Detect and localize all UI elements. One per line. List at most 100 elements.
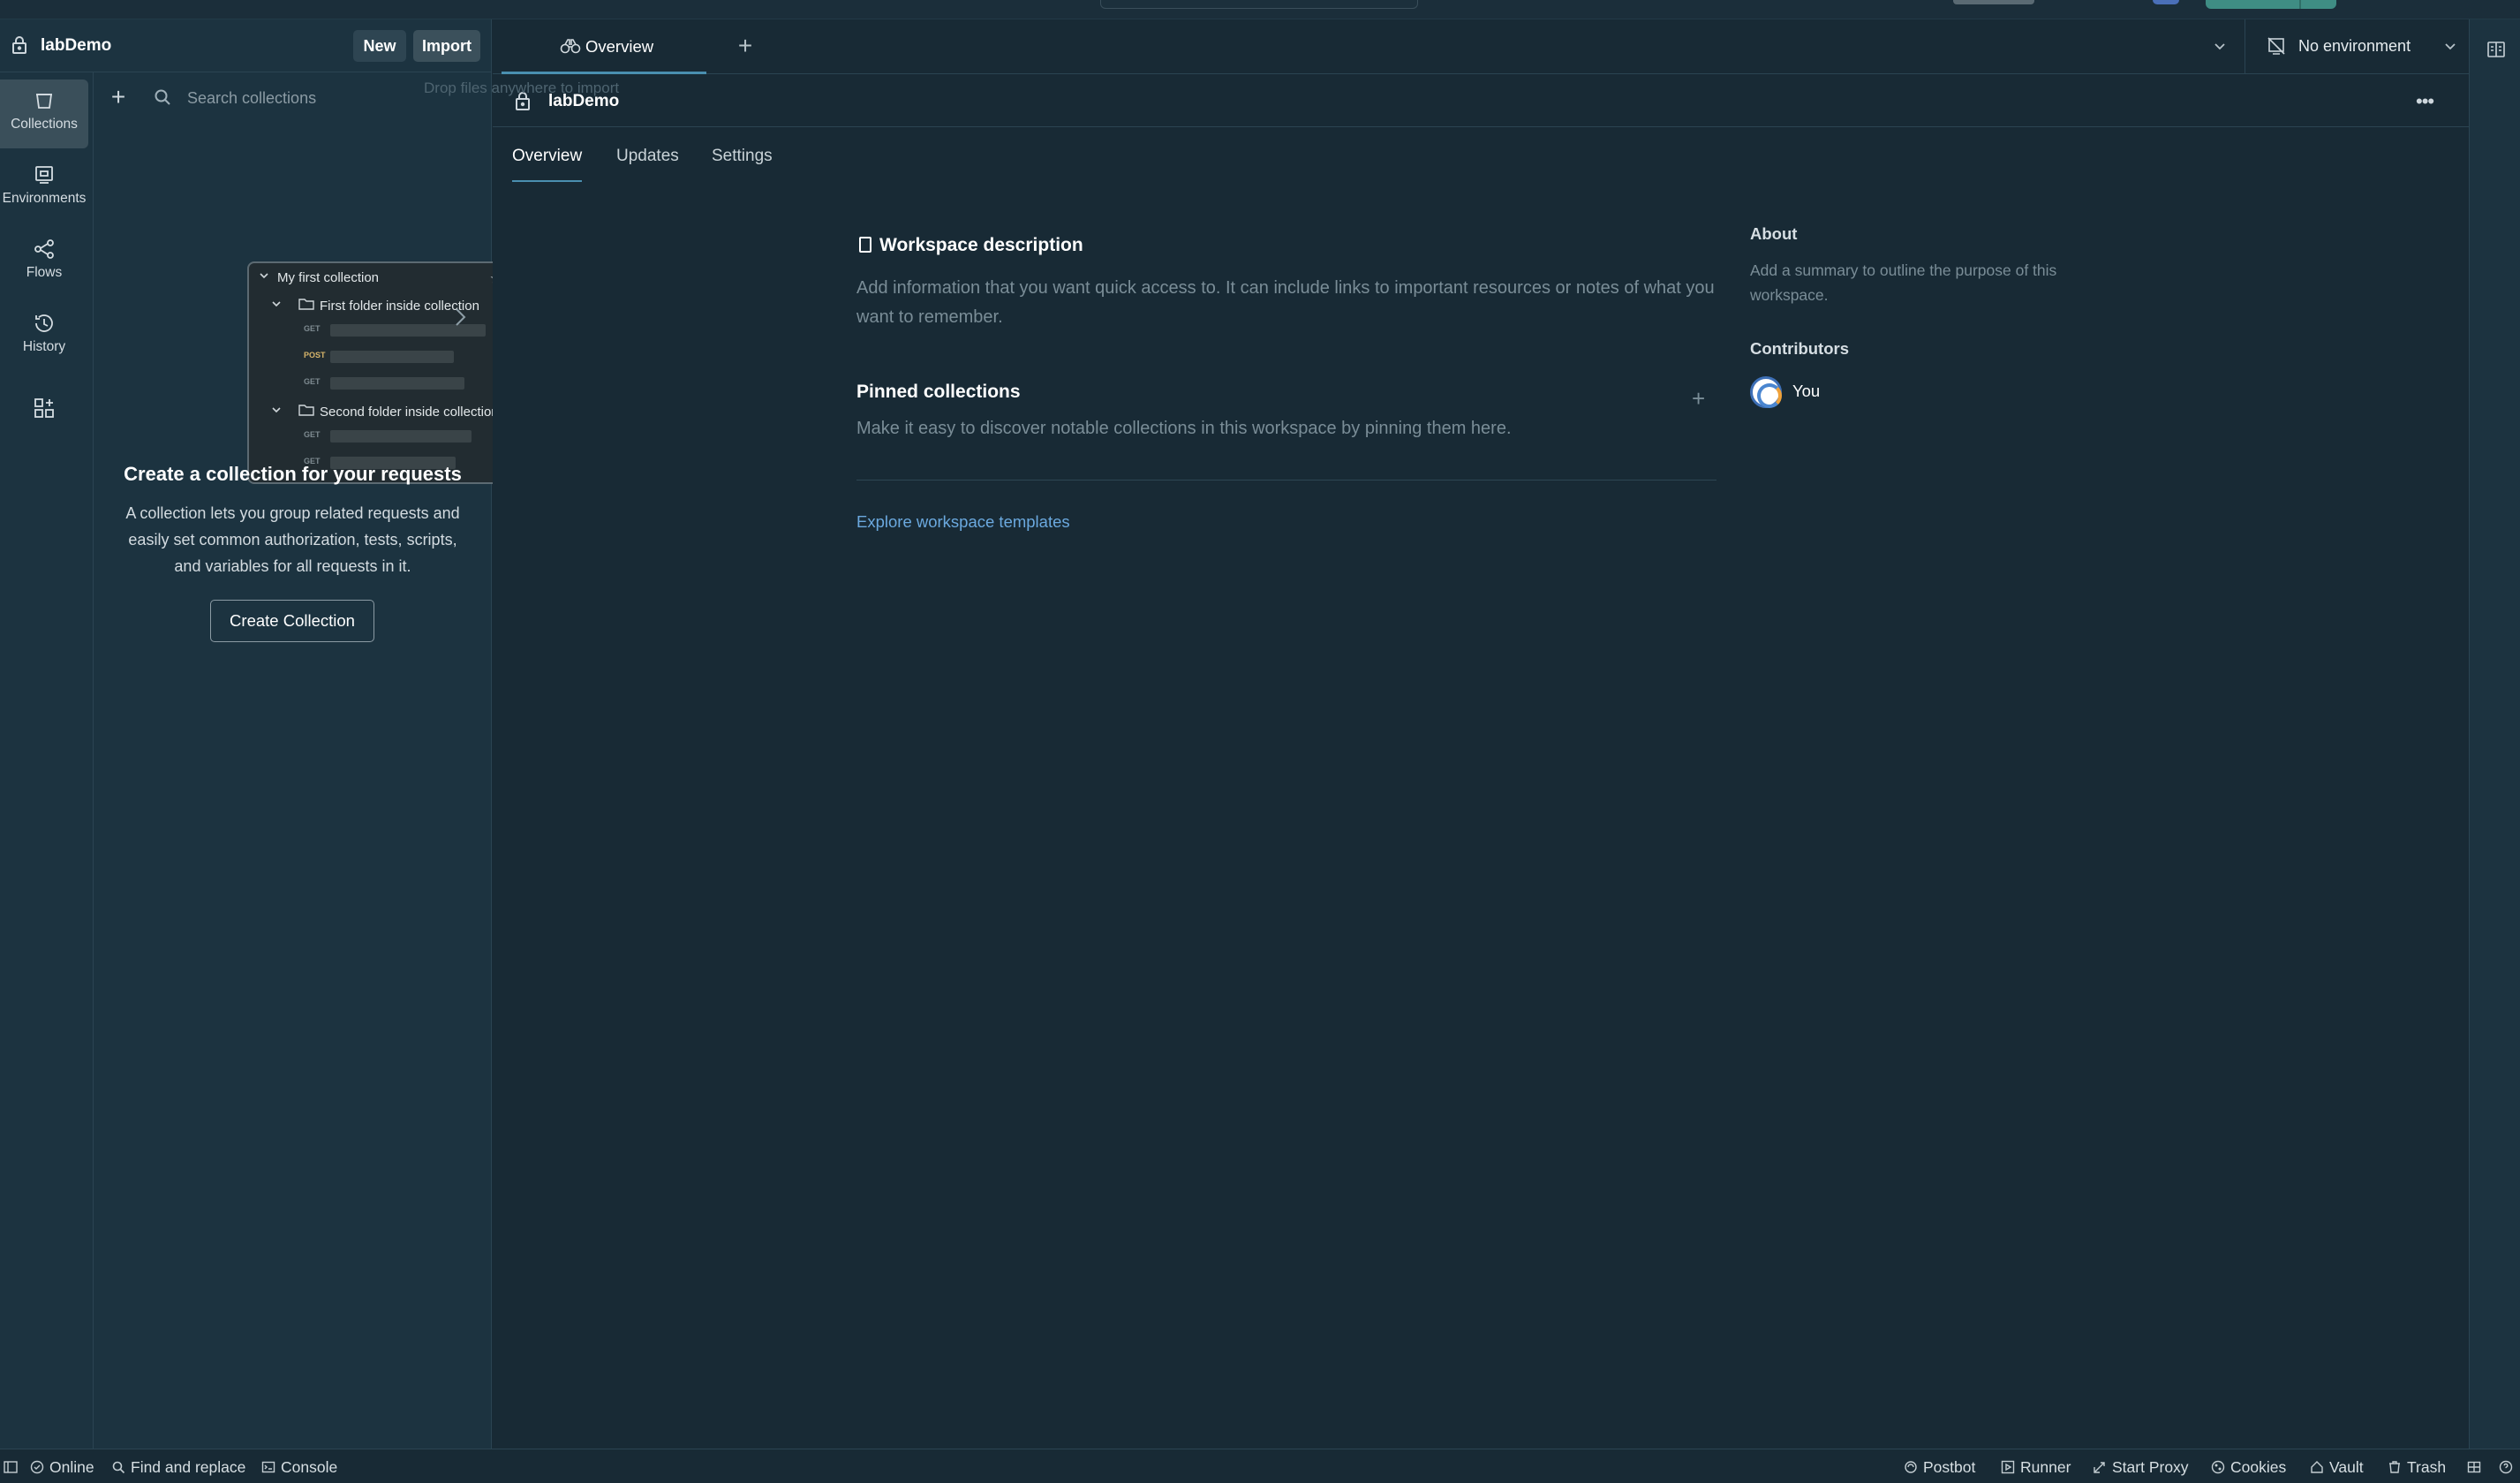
document-icon: [859, 237, 871, 253]
flows-icon: [34, 239, 54, 259]
subtab-overview[interactable]: Overview: [512, 147, 583, 182]
postbot-label: Postbot: [1923, 1458, 1976, 1476]
documentation-icon[interactable]: [2486, 39, 2507, 60]
sidebar-item-add-apps[interactable]: [0, 389, 88, 433]
empty-state-title: Create a collection for your requests: [124, 463, 462, 485]
pinned-collections-title: Pinned collections: [856, 382, 1021, 402]
runner-label: Runner: [2020, 1458, 2071, 1476]
workspace-header: labDemo New Import: [0, 19, 492, 72]
method-label: GET: [304, 324, 321, 333]
create-collection-button[interactable]: Create Collection: [210, 600, 374, 642]
contributor-name: You: [1792, 382, 1821, 400]
trash-label: Trash: [2407, 1458, 2447, 1476]
subtab-settings[interactable]: Settings: [712, 147, 773, 182]
search-placeholder: Search collections: [187, 89, 317, 107]
start-proxy-label: Start Proxy: [2112, 1458, 2189, 1476]
upgrade-button[interactable]: [2206, 0, 2336, 9]
method-label: GET: [304, 430, 321, 439]
console-label: Console: [281, 1458, 338, 1476]
tab-label: Overview: [585, 37, 654, 56]
workspace-description-input[interactable]: Add information that you want quick acce…: [856, 274, 1739, 332]
sidebar-item-label: Environments: [2, 191, 87, 206]
about-title: About: [1750, 224, 1798, 243]
new-tab-button[interactable]: +: [733, 34, 758, 58]
add-collection-button[interactable]: +: [106, 85, 131, 110]
start-proxy-button[interactable]: Start Proxy: [2093, 1458, 2189, 1477]
toggle-sidebar-icon[interactable]: [4, 1458, 23, 1477]
preview-collection-name: My first collection: [277, 270, 380, 285]
environment-label: No environment: [2298, 37, 2411, 55]
layout-icon[interactable]: [2467, 1458, 2486, 1477]
import-button[interactable]: Import: [413, 30, 480, 62]
chevron-right-icon[interactable]: [450, 304, 470, 330]
console-button[interactable]: Console: [261, 1458, 337, 1477]
add-pinned-collection-button[interactable]: +: [1692, 385, 1705, 412]
user-avatar[interactable]: [2153, 0, 2179, 4]
explore-templates-link[interactable]: Explore workspace templates: [856, 512, 1070, 532]
tab-overview[interactable]: Overview: [502, 19, 706, 74]
cookie-icon: [2211, 1460, 2225, 1474]
more-options-icon[interactable]: •••: [2416, 90, 2434, 113]
sidebar-item-collections[interactable]: Collections: [0, 79, 88, 148]
runner-button[interactable]: Runner: [2001, 1458, 2071, 1477]
trash-bin-icon: [35, 94, 53, 109]
online-status[interactable]: Online: [30, 1458, 94, 1477]
workspace-name[interactable]: labDemo: [41, 36, 111, 56]
preview-request-row: GET: [249, 427, 524, 445]
chevron-down-icon: [260, 273, 268, 279]
cookies-button[interactable]: Cookies: [2211, 1458, 2286, 1477]
workspace-description-label: Workspace description: [879, 235, 1083, 255]
sidebar-item-label: History: [22, 339, 66, 354]
help-icon[interactable]: [2499, 1458, 2518, 1477]
left-panel: labDemo New Import Collections Environme…: [0, 19, 526, 1449]
status-bar: Online Find and replace Console Postbot …: [0, 1449, 2520, 1483]
postbot-button[interactable]: Postbot: [1904, 1458, 1975, 1477]
workspace-description-title: Workspace description: [858, 235, 1083, 256]
workspace-bar: labDemo •••: [493, 74, 2469, 127]
sidebar-item-flows[interactable]: Flows: [0, 228, 88, 297]
history-icon: [35, 314, 53, 332]
console-icon: [261, 1461, 275, 1473]
tab-bar: Overview + No environment: [493, 19, 2469, 74]
avatar[interactable]: [1750, 376, 1782, 408]
play-icon: [2001, 1460, 2015, 1474]
cookies-label: Cookies: [2230, 1458, 2287, 1476]
folder-icon: [298, 405, 314, 416]
main-area: Overview + No environment labDemo ••• Ov…: [493, 19, 2469, 1449]
right-rail: [2469, 19, 2520, 1449]
empty-state-description: A collection lets you group related requ…: [125, 504, 460, 575]
sidebar-item-history[interactable]: History: [0, 302, 88, 371]
search-icon: [112, 1461, 125, 1474]
no-environment-icon: [2267, 37, 2285, 55]
sidebar-item-label: Collections: [11, 117, 78, 132]
vault-label: Vault: [2329, 1458, 2364, 1476]
preview-request-row: GET: [249, 375, 524, 392]
sidebar-nav: Collections Environments Flows History: [0, 72, 94, 1449]
environment-icon: [35, 166, 53, 184]
find-replace-button[interactable]: Find and replace: [111, 1458, 245, 1477]
global-search-input[interactable]: [1100, 0, 1418, 9]
online-label: Online: [49, 1458, 94, 1476]
chevron-down-icon[interactable]: [2211, 37, 2229, 55]
trash-icon: [2389, 1461, 2400, 1473]
preview-request-row: POST: [249, 348, 524, 366]
sidebar-item-environments[interactable]: Environments: [0, 154, 88, 223]
window-top-strip: [0, 0, 2520, 19]
add-apps-icon: [34, 398, 54, 418]
postbot-icon: [1905, 1461, 1917, 1473]
preview-folder-row: Second folder inside collection: [249, 399, 524, 424]
pinned-collections-placeholder: Make it easy to discover notable collect…: [856, 419, 1512, 438]
new-button[interactable]: New: [353, 30, 406, 62]
preview-folder-name: Second folder inside collection: [320, 405, 499, 420]
preview-request-row: GET: [249, 322, 524, 339]
chevron-down-icon: [2445, 43, 2456, 50]
trash-button[interactable]: Trash: [2388, 1458, 2446, 1477]
about-summary-input[interactable]: Add a summary to outline the purpose of …: [1750, 258, 2139, 307]
chevron-down-icon: [272, 407, 281, 413]
invite-button[interactable]: [1953, 0, 2034, 4]
lock-icon: [12, 36, 26, 54]
binoculars-icon: [560, 39, 581, 54]
vault-button[interactable]: Vault: [2310, 1458, 2364, 1477]
environment-selector[interactable]: No environment: [2245, 19, 2469, 74]
subtab-updates[interactable]: Updates: [616, 147, 679, 182]
